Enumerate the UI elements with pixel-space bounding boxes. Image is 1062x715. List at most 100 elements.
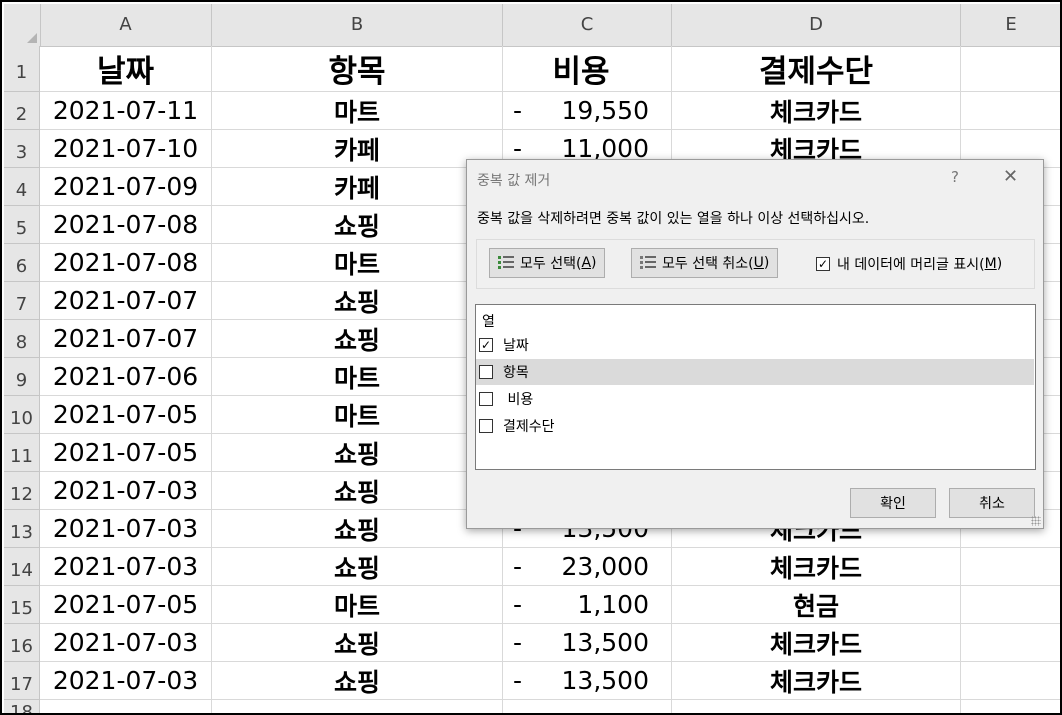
column-option[interactable]: 항목 — [476, 359, 1034, 385]
cell-cost[interactable]: - 1,100 — [503, 586, 672, 623]
cell-item[interactable]: 마트 — [212, 358, 503, 395]
column-option-checkbox[interactable] — [479, 392, 493, 406]
row-header[interactable]: 16 — [4, 624, 40, 662]
close-icon[interactable]: ✕ — [1003, 166, 1018, 187]
cell-item[interactable]: 쇼핑 — [212, 548, 503, 585]
resize-grip-icon[interactable] — [1031, 516, 1041, 526]
ok-button[interactable]: 확인 — [850, 488, 936, 518]
cell-date[interactable]: 2021-07-05 — [40, 586, 212, 623]
cell-payment[interactable]: 체크카드 — [672, 624, 961, 661]
row-header[interactable]: 11 — [4, 434, 40, 472]
cell-date[interactable]: 2021-07-07 — [40, 320, 212, 357]
cell-header-payment[interactable]: 결제수단 — [672, 46, 961, 91]
row-header[interactable]: 7 — [4, 282, 40, 320]
cell-item[interactable]: 마트 — [212, 396, 503, 433]
row-header[interactable]: 15 — [4, 586, 40, 624]
cell-empty[interactable] — [40, 700, 212, 713]
columns-listbox[interactable]: 열 ✓ 날짜 항목 비용 결제수단 — [475, 304, 1036, 470]
cell-empty[interactable] — [503, 700, 672, 713]
cell-empty[interactable] — [961, 548, 1060, 585]
cell-empty[interactable] — [212, 700, 503, 713]
row-header[interactable]: 12 — [4, 472, 40, 510]
column-header-d[interactable]: D — [672, 4, 961, 46]
row-header[interactable]: 8 — [4, 320, 40, 358]
cell-item[interactable]: 쇼핑 — [212, 282, 503, 319]
cell-date[interactable]: 2021-07-03 — [40, 472, 212, 509]
column-option[interactable]: 비용 — [476, 386, 1034, 412]
column-header-c[interactable]: C — [503, 4, 672, 46]
cell-empty[interactable] — [961, 92, 1060, 129]
cell-item[interactable]: 쇼핑 — [212, 434, 503, 471]
cell-header-item[interactable]: 항목 — [212, 46, 503, 91]
column-header-a[interactable]: A — [40, 4, 212, 46]
cell-payment[interactable]: 체크카드 — [672, 548, 961, 585]
cell-date[interactable]: 2021-07-05 — [40, 396, 212, 433]
cell-date[interactable]: 2021-07-03 — [40, 510, 212, 547]
column-header-b[interactable]: B — [212, 4, 503, 46]
row-header[interactable]: 18 — [4, 700, 40, 713]
column-option-checkbox[interactable] — [479, 365, 493, 379]
column-header-e[interactable]: E — [961, 4, 1060, 46]
cell-empty[interactable] — [961, 662, 1060, 699]
select-all-button[interactable]: 모두 선택(A) — [489, 248, 606, 278]
cell-date[interactable]: 2021-07-09 — [40, 168, 212, 205]
cell-date[interactable]: 2021-07-03 — [40, 662, 212, 699]
cell-item[interactable]: 카페 — [212, 130, 503, 167]
cell-item[interactable]: 카페 — [212, 168, 503, 205]
cell-date[interactable]: 2021-07-11 — [40, 92, 212, 129]
cell-header-date[interactable]: 날짜 — [40, 46, 212, 91]
row-header[interactable]: 2 — [4, 92, 40, 130]
cell-item[interactable]: 쇼핑 — [212, 662, 503, 699]
cell-date[interactable]: 2021-07-05 — [40, 434, 212, 471]
row-header[interactable]: 14 — [4, 548, 40, 586]
table-row: 2021-07-03 쇼핑 - 23,000 체크카드 — [40, 548, 1060, 586]
row-header[interactable]: 9 — [4, 358, 40, 396]
row-header[interactable]: 13 — [4, 510, 40, 548]
cell-empty[interactable] — [672, 700, 961, 713]
cell-date[interactable]: 2021-07-07 — [40, 282, 212, 319]
cell-date[interactable]: 2021-07-08 — [40, 244, 212, 281]
cell-empty[interactable] — [961, 586, 1060, 623]
cell-item[interactable]: 마트 — [212, 92, 503, 129]
cell-date[interactable]: 2021-07-06 — [40, 358, 212, 395]
cell-item[interactable]: 쇼핑 — [212, 206, 503, 243]
row-header[interactable]: 6 — [4, 244, 40, 282]
row-header[interactable]: 10 — [4, 396, 40, 434]
cell-item[interactable]: 쇼핑 — [212, 320, 503, 357]
column-option[interactable]: 결제수단 — [476, 413, 1034, 439]
cell-item[interactable]: 쇼핑 — [212, 510, 503, 547]
cell-cost[interactable]: - 19,550 — [503, 92, 672, 129]
cell-payment[interactable]: 현금 — [672, 586, 961, 623]
cell-date[interactable]: 2021-07-03 — [40, 548, 212, 585]
headers-checkbox-row[interactable]: ✓ 내 데이터에 머리글 표시(M) — [816, 254, 1002, 274]
cell-item[interactable]: 쇼핑 — [212, 472, 503, 509]
cell-item[interactable]: 마트 — [212, 244, 503, 281]
cell-date[interactable]: 2021-07-10 — [40, 130, 212, 167]
cell-payment[interactable]: 체크카드 — [672, 92, 961, 129]
row-header[interactable]: 4 — [4, 168, 40, 206]
cell-empty[interactable] — [961, 46, 1060, 91]
unselect-all-button[interactable]: 모두 선택 취소(U) — [631, 248, 779, 278]
headers-checkbox[interactable]: ✓ — [816, 257, 830, 271]
cell-item[interactable]: 마트 — [212, 586, 503, 623]
row-header[interactable]: 3 — [4, 130, 40, 168]
cell-date[interactable]: 2021-07-08 — [40, 206, 212, 243]
select-all-corner[interactable] — [4, 4, 41, 46]
column-option-checkbox[interactable] — [479, 419, 493, 433]
row-header[interactable]: 1 — [4, 46, 40, 92]
cell-empty[interactable] — [961, 624, 1060, 661]
cell-empty[interactable] — [961, 700, 1060, 713]
cell-header-cost[interactable]: 비용 — [503, 46, 672, 91]
cell-payment[interactable]: 체크카드 — [672, 662, 961, 699]
row-header[interactable]: 5 — [4, 206, 40, 244]
column-option-checkbox[interactable]: ✓ — [479, 338, 493, 352]
cell-cost[interactable]: - 13,500 — [503, 624, 672, 661]
help-button[interactable]: ? — [951, 168, 959, 186]
cell-cost[interactable]: - 23,000 — [503, 548, 672, 585]
cell-cost[interactable]: - 13,500 — [503, 662, 672, 699]
column-option[interactable]: ✓ 날짜 — [476, 332, 1034, 358]
cell-item[interactable]: 쇼핑 — [212, 624, 503, 661]
cancel-button[interactable]: 취소 — [949, 488, 1035, 518]
cell-date[interactable]: 2021-07-03 — [40, 624, 212, 661]
row-header[interactable]: 17 — [4, 662, 40, 700]
